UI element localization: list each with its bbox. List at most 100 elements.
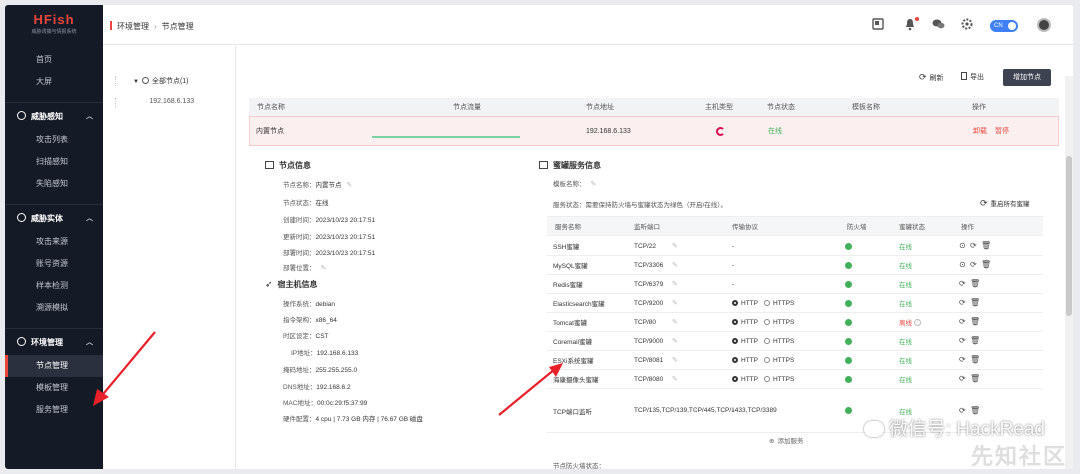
protocol-text: - — [732, 242, 735, 250]
pencil-icon[interactable]: ✎ — [672, 275, 678, 293]
add-node-button[interactable]: 增加节点 — [1003, 69, 1051, 86]
chat-icon[interactable] — [931, 18, 945, 32]
honeypot-status-cell: 在线 — [899, 332, 912, 350]
pause-link[interactable]: 暂停 — [995, 117, 1009, 145]
restart-icon[interactable]: ⟳ — [959, 375, 967, 383]
bell-icon[interactable] — [903, 17, 919, 32]
sidebar-item-trace-simulation[interactable]: 溯源模拟 — [5, 297, 103, 319]
radio-http[interactable] — [732, 357, 738, 363]
sidebar-group-label: 环境管理 — [31, 338, 63, 347]
restart-icon[interactable]: ⟳ — [959, 318, 967, 326]
service-port-cell: TCP/22 — [634, 237, 690, 255]
sidebar-item-service-management[interactable]: 服务管理 — [5, 399, 103, 421]
col-node-status[interactable]: 节点状态 — [767, 98, 795, 116]
sidebar-item-bigscreen[interactable]: 大屏 — [5, 71, 103, 93]
table-row[interactable]: Elasticsearch蜜罐 TCP/9200 ✎ HTTP HTTPS 在线 ⟳ 🗑 — [547, 294, 1043, 313]
export-button[interactable]: 导出 — [961, 72, 984, 82]
radio-http[interactable] — [732, 319, 738, 325]
sidebar-item-node-management[interactable]: 节点管理 — [5, 355, 103, 377]
add-service-button[interactable]: ⊕ 添加服务 — [769, 435, 803, 445]
scrollbar[interactable] — [1065, 76, 1073, 469]
service-port-text: TCP/8080 — [634, 375, 664, 383]
pencil-icon[interactable]: ✎ — [672, 370, 678, 388]
trash-icon[interactable]: 🗑 — [970, 280, 980, 288]
restart-icon[interactable]: ⟳ — [970, 261, 978, 269]
uninstall-link[interactable]: 卸载 — [973, 117, 987, 145]
pencil-icon[interactable]: ✎ — [321, 265, 327, 272]
trash-icon[interactable]: 🗑 — [970, 318, 980, 326]
help-icon[interactable]: ? — [914, 318, 921, 326]
pencil-icon[interactable]: ✎ — [692, 389, 698, 432]
radio-https[interactable] — [763, 319, 770, 325]
table-row[interactable]: Redis蜜罐 TCP/6379 ✎ - 在线 ⟳ 🗑 — [547, 275, 1043, 294]
col-node-name[interactable]: 节点名称 — [257, 98, 285, 116]
play-icon[interactable]: ⊙ — [959, 261, 967, 269]
restart-icon[interactable]: ⟳ — [959, 280, 967, 288]
sidebar-group-environment[interactable]: 环境管理 ︿ — [5, 328, 103, 355]
pencil-icon[interactable]: ✎ — [672, 294, 678, 312]
pencil-icon[interactable]: ✎ — [347, 182, 353, 189]
breadcrumb-item-environment[interactable]: 环境管理 — [117, 22, 149, 31]
radio-https[interactable] — [763, 376, 770, 382]
firewall-status-icon — [845, 351, 852, 369]
restart-icon[interactable]: ⟳ — [959, 356, 967, 364]
sidebar-item-template-management[interactable]: 模板管理 — [5, 377, 103, 399]
language-toggle[interactable]: CN — [990, 20, 1018, 32]
gear-icon[interactable] — [960, 18, 974, 32]
scroll-thumb[interactable] — [1066, 156, 1072, 316]
service-port-text: TCP/135,TCP/139,TCP/445,TCP/1433,TCP/338… — [634, 407, 777, 414]
sidebar-item-sample-detection[interactable]: 样本检测 — [5, 275, 103, 297]
pencil-icon[interactable]: ✎ — [672, 332, 678, 350]
radio-http[interactable] — [732, 376, 738, 382]
radio-https[interactable] — [763, 357, 770, 363]
trash-icon[interactable]: 🗑 — [981, 261, 991, 269]
restart-icon[interactable]: ⟳ — [970, 242, 978, 250]
trash-icon[interactable]: 🗑 — [970, 356, 980, 364]
restart-icon[interactable]: ⟳ — [959, 299, 967, 307]
sidebar-group-threat-entity[interactable]: 威胁实体 ︿ — [5, 204, 103, 231]
sidebar-item-scan-perception[interactable]: 扫描感知 — [5, 151, 103, 173]
host-info-os: 操作系统：debian — [283, 298, 335, 308]
kv-value: debian — [315, 301, 336, 308]
sidebar-item-attack-source[interactable]: 攻击来源 — [5, 231, 103, 253]
logo[interactable]: HFish 威胁诱捕与情报系统 — [5, 5, 103, 43]
avatar[interactable] — [1037, 18, 1051, 32]
pencil-icon[interactable]: ✎ — [672, 237, 678, 255]
table-row[interactable]: MySQL蜜罐 TCP/3306 ✎ - 在线 ⊙ ⟳ 🗑 — [547, 256, 1043, 275]
pencil-icon[interactable]: ✎ — [672, 256, 678, 274]
trash-icon[interactable]: 🗑 — [970, 375, 980, 383]
restart-all-button[interactable]: ⟳ 重启所有蜜罐 — [980, 198, 1030, 209]
tree-child-node[interactable]: · 192.168.6.133 — [145, 98, 194, 105]
table-row[interactable]: 海康摄像头蜜罐 TCP/8080 ✎ HTTP HTTPS 在线 ⟳ 🗑 — [547, 370, 1043, 389]
col-node-address[interactable]: 节点地址 — [586, 98, 614, 116]
sidebar-item-home[interactable]: 首页 — [5, 49, 103, 71]
service-name-cell: Coremail蜜罐 — [553, 339, 593, 346]
book-icon[interactable] — [871, 18, 885, 32]
pencil-icon[interactable]: ✎ — [672, 351, 678, 369]
pencil-icon[interactable]: ✎ — [672, 313, 678, 331]
restart-icon[interactable]: ⟳ — [959, 337, 967, 345]
table-row[interactable]: 内置节点 192.168.6.133 在线 卸载 暂停 — [249, 116, 1059, 146]
pencil-icon[interactable]: ✎ — [591, 181, 597, 188]
trash-icon[interactable]: 🗑 — [970, 299, 980, 307]
radio-https[interactable] — [763, 300, 770, 306]
radio-https[interactable] — [763, 338, 770, 344]
sidebar-item-compromise-perception[interactable]: 失陷感知 — [5, 173, 103, 195]
table-row[interactable]: ESXi系统蜜罐 TCP/8081 ✎ HTTP HTTPS 在线 ⟳ 🗑 — [547, 351, 1043, 370]
trash-icon[interactable]: 🗑 — [981, 242, 991, 250]
radio-http[interactable] — [732, 338, 738, 344]
table-row[interactable]: Coremail蜜罐 TCP/9000 ✎ HTTP HTTPS 在线 ⟳ 🗑 — [547, 332, 1043, 351]
radio-http[interactable] — [732, 300, 738, 306]
node-name-cell: 内置节点 — [256, 128, 284, 135]
refresh-button[interactable]: ⟳ 刷新 — [919, 72, 944, 83]
tree-root-node[interactable]: ▼ 全部节点(1) — [133, 76, 189, 86]
trash-icon[interactable]: 🗑 — [970, 337, 980, 345]
sidebar-item-attack-list[interactable]: 攻击列表 — [5, 129, 103, 151]
firewall-dot — [845, 407, 852, 414]
table-row[interactable]: Tomcat蜜罐 TCP/80 ✎ HTTP HTTPS 离线? ⟳ 🗑 — [547, 313, 1043, 332]
table-row[interactable]: SSH蜜罐 TCP/22 ✎ - 在线 ⊙ ⟳ 🗑 — [547, 237, 1043, 256]
play-icon[interactable]: ⊙ — [959, 242, 967, 250]
service-actions-cell: ⟳ 🗑 — [959, 313, 981, 331]
sidebar-item-account-resources[interactable]: 账号资源 — [5, 253, 103, 275]
sidebar-group-threat-perception[interactable]: 威胁感知 ︿ — [5, 102, 103, 129]
